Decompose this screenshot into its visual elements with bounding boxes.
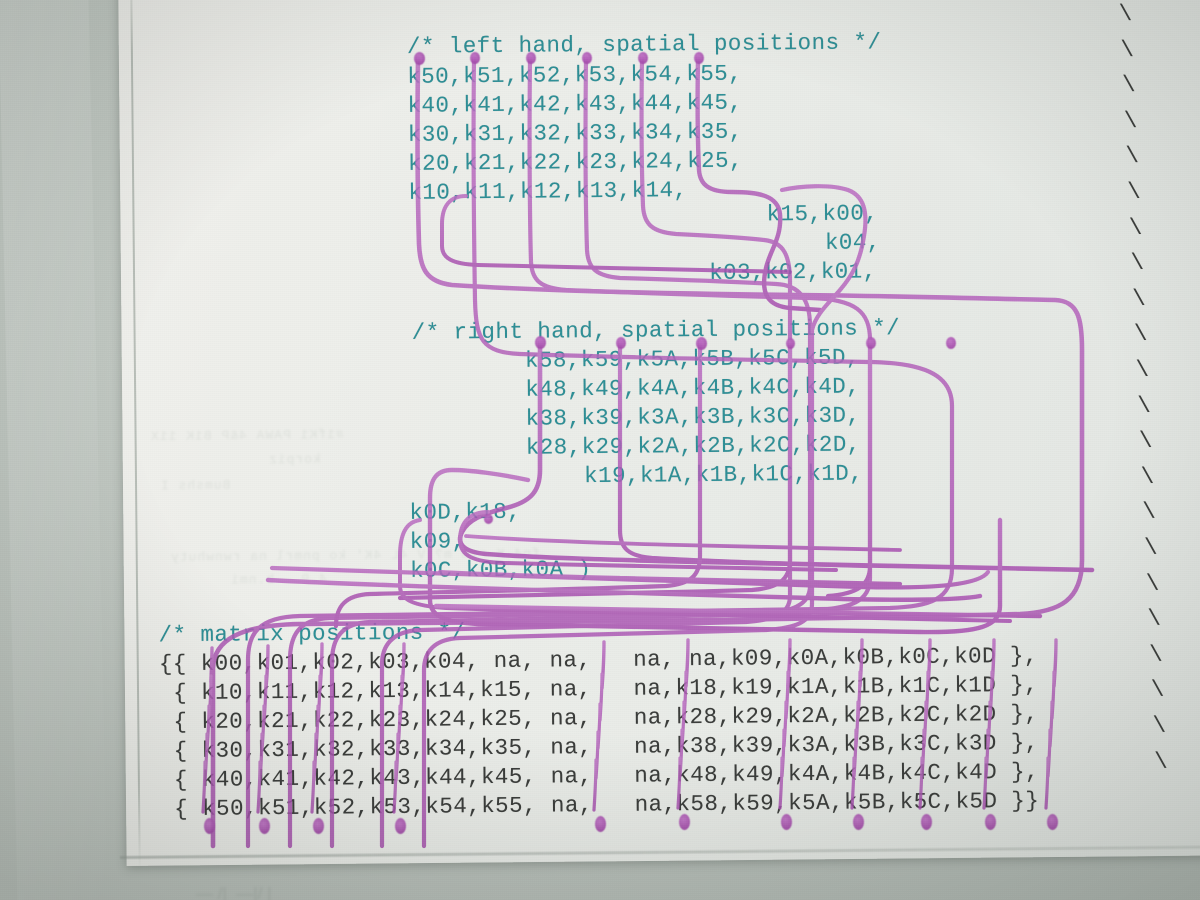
stroke-start-dot-22 — [985, 814, 996, 830]
stroke-start-dot-21 — [921, 814, 932, 830]
right-hand-thumb-2: k0C,k0B,k0A ) — [409, 556, 592, 584]
stroke-start-dot-12 — [484, 514, 493, 524]
line-continuation-2: \ — [1121, 72, 1137, 99]
stroke-start-dot-14 — [259, 818, 270, 834]
line-continuation-10: \ — [1135, 356, 1150, 383]
matrix-comment: /* matrix positions */ — [158, 619, 466, 649]
stroke-start-dot-17 — [595, 816, 606, 832]
stroke-start-dot-5 — [694, 52, 704, 64]
left-hand-row-1: k40,k41,k42,k43,k44,k45, — [407, 89, 743, 119]
line-continuation-20: \ — [1152, 712, 1167, 739]
line-continuation-16: \ — [1145, 570, 1160, 597]
stroke-start-dot-2 — [526, 52, 536, 64]
line-continuation-9: \ — [1133, 321, 1148, 348]
line-continuation-15: \ — [1143, 534, 1159, 561]
line-continuation-7: \ — [1130, 249, 1145, 277]
line-continuation-11: \ — [1137, 392, 1152, 419]
stroke-start-dot-3 — [582, 52, 592, 64]
code-listing: /* left hand, spatial positions */ k50,k… — [0, 0, 1200, 900]
line-continuation-19: \ — [1150, 676, 1165, 704]
matrix-row-2: { k20,k21,k22,k23,k24,k25, na, na,k28,k2… — [159, 700, 1039, 736]
stroke-start-dot-4 — [638, 52, 648, 64]
line-continuation-14: \ — [1142, 499, 1157, 526]
photo-canvas: #1fK1 PAWA 4&P B1K 11X korpiz Bumshs I f… — [0, 0, 1200, 900]
matrix-row-0: {{ k00,k01,k02,k03,k04, na, na, na, na,k… — [158, 642, 1038, 678]
stroke-start-dot-16 — [395, 818, 406, 834]
line-continuation-6: \ — [1128, 214, 1143, 241]
right-hand-comment: /* right hand, spatial positions */ — [411, 315, 901, 346]
stroke-start-dot-18 — [679, 814, 690, 830]
stroke-start-dot-0 — [414, 52, 425, 65]
line-continuation-1: \ — [1120, 36, 1135, 63]
line-continuation-12: \ — [1138, 427, 1154, 455]
left-hand-row-4: k10,k11,k12,k13,k14, — [408, 177, 688, 206]
left-hand-thumb-0: k15,k00, — [766, 200, 879, 228]
stroke-start-dot-20 — [853, 814, 864, 830]
line-continuation-3: \ — [1123, 107, 1138, 134]
right-hand-row-3: k28,k29,k2A,k2B,k2C,k2D, — [525, 431, 861, 461]
left-hand-row-0: k50,k51,k52,k53,k54,k55, — [407, 60, 743, 90]
stroke-start-dot-9 — [786, 338, 795, 349]
matrix-row-3: { k30,k31,k32,k33,k34,k35, na, na,k38,k3… — [159, 729, 1039, 765]
stroke-start-dot-7 — [616, 337, 626, 349]
line-continuation-18: \ — [1149, 641, 1164, 668]
right-hand-row-4: k19,k1A,k1B,k1C,k1D, — [583, 460, 864, 490]
line-continuation-5: \ — [1127, 178, 1142, 205]
stroke-start-dot-23 — [1047, 814, 1058, 830]
left-hand-row-3: k20,k21,k22,k23,k24,k25, — [407, 147, 744, 177]
stroke-start-dot-11 — [946, 337, 956, 349]
stroke-start-dot-15 — [313, 818, 324, 834]
line-continuation-13: \ — [1140, 463, 1155, 490]
stroke-start-dot-1 — [470, 52, 480, 64]
right-hand-thumb-0: k0D,k18, — [409, 498, 522, 526]
right-hand-row-1: k48,k49,k4A,k4B,k4C,k4D, — [525, 373, 861, 403]
left-hand-thumb-2: k03,k02,k01, — [709, 258, 877, 286]
line-continuation-21: \ — [1154, 748, 1169, 775]
matrix-row-1: { k10,k11,k12,k13,k14,k15, na, na,k18,k1… — [159, 671, 1039, 707]
right-hand-row-2: k38,k39,k3A,k3B,k3C,k3D, — [525, 402, 861, 432]
line-continuation-0: \ — [1118, 0, 1133, 28]
right-hand-row-0: k58,k59,k5A,k5B,k5C,k5D, — [524, 344, 860, 374]
stroke-start-dot-13 — [204, 818, 215, 834]
stroke-start-dot-6 — [535, 336, 546, 349]
left-hand-thumb-1: k04, — [824, 229, 881, 256]
line-continuation-17: \ — [1147, 605, 1162, 632]
stroke-start-dot-8 — [696, 337, 707, 350]
stroke-start-dot-10 — [866, 337, 876, 349]
line-continuation-8: \ — [1132, 285, 1147, 312]
left-hand-row-2: k30,k31,k32,k33,k34,k35, — [407, 118, 743, 148]
matrix-row-4: { k40,k41,k42,k43,k44,k45, na, na,k48,k4… — [159, 758, 1040, 794]
stroke-start-dot-19 — [781, 814, 792, 830]
right-hand-thumb-1: k09, — [409, 528, 466, 555]
line-continuation-4: \ — [1125, 143, 1140, 170]
bottom-cropped-caption: — /| —|/ | — [196, 884, 272, 900]
